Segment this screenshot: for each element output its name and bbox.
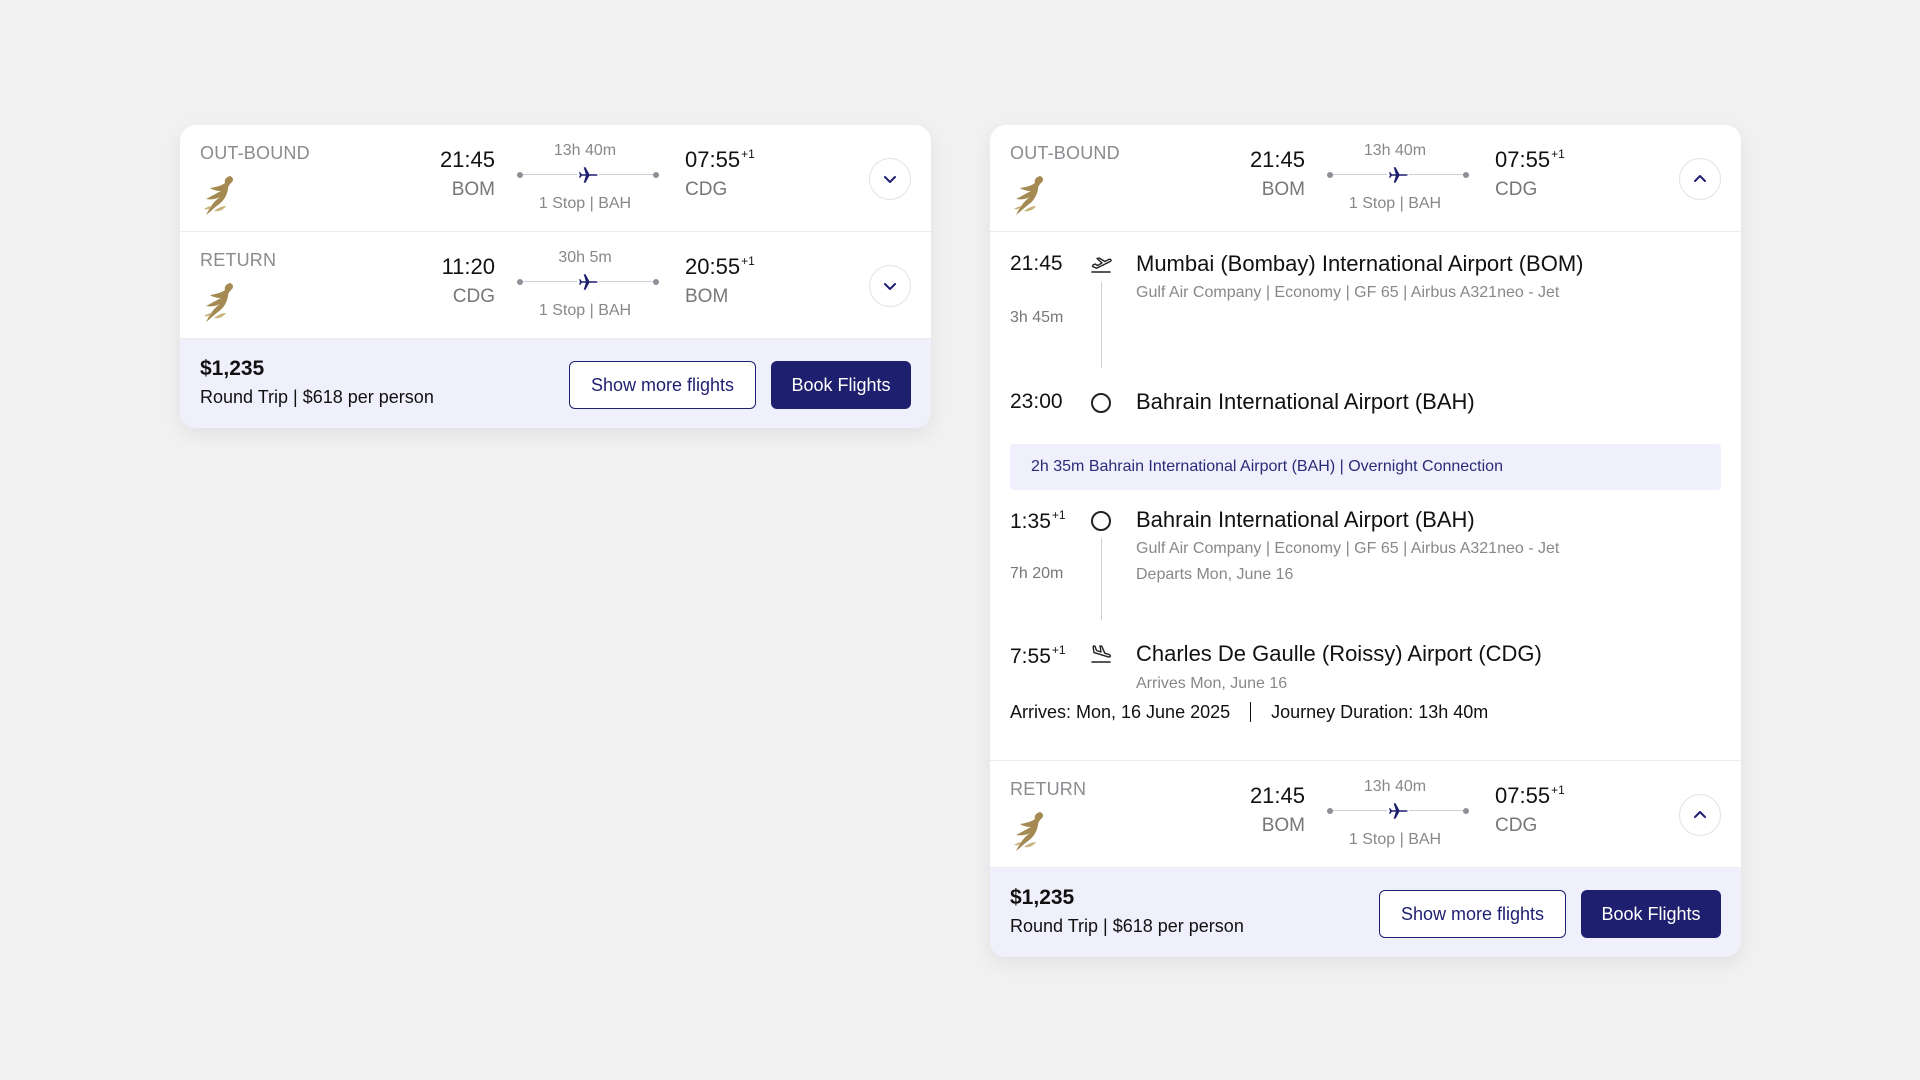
total-price: $1,235 (200, 357, 265, 380)
departure-code: CDG (452, 286, 495, 307)
journey-duration: Journey Duration: 13h 40m (1271, 702, 1489, 722)
outbound-detail: 21:45 Mumbai (Bombay) International Airp… (990, 232, 1741, 761)
arrival-summary: Arrives: Mon, 16 June 2025 (1010, 702, 1231, 722)
plane-icon (577, 271, 599, 293)
segment-arrival-time: 7:55+1 (1010, 643, 1066, 668)
segment-duration: 3h 45m (1010, 309, 1064, 326)
chevron-up-icon (1694, 811, 1706, 818)
departure-code: BOM (451, 179, 495, 200)
departure-code: BOM (1261, 179, 1305, 200)
departs-date: Departs Mon, June 16 (1136, 566, 1294, 583)
airline-logo-icon (1010, 175, 1048, 217)
departure-time: 21:45 (1249, 147, 1305, 172)
arrival-airport: Bahrain International Airport (BAH) (1136, 389, 1475, 414)
layover-banner: 2h 35m Bahrain International Airport (BA… (1010, 444, 1721, 490)
itinerary-card-expanded: OUT-BOUND 21:45 BOM 13h 40m 1 Stop | BAH… (990, 125, 1741, 957)
arrives-date: Arrives Mon, June 16 (1136, 675, 1288, 692)
stop-circle-icon (1091, 393, 1111, 413)
arrival-time: 07:55+1 (1495, 783, 1565, 808)
chevron-down-icon (884, 176, 896, 183)
outbound-leg[interactable]: OUT-BOUND 21:45 BOM 13h 40m 1 Stop | BAH… (990, 125, 1741, 232)
stops-info: 1 Stop | BAH (538, 195, 632, 212)
card-footer: $1,235 Round Trip | $618 per person Show… (180, 339, 931, 428)
flight-duration: 30h 5m (558, 249, 612, 266)
segment-duration: 7h 20m (1010, 565, 1064, 582)
collapse-toggle-button[interactable] (1679, 158, 1721, 200)
plane-icon (577, 164, 599, 186)
itinerary-card-compact: OUT-BOUND 21:45 BOM 13h 40m 1 Stop | BAH… (180, 125, 931, 428)
stop-circle-icon (1091, 511, 1111, 531)
route-line (517, 271, 659, 293)
arrival-code: CDG (1495, 179, 1538, 200)
plane-icon (1387, 164, 1409, 186)
departure-code: BOM (1261, 815, 1305, 836)
leg-label: OUT-BOUND (1010, 143, 1120, 163)
airline-logo-icon (200, 282, 238, 324)
book-flights-button[interactable]: Book Flights (1581, 890, 1721, 938)
arrival-code: BOM (685, 286, 729, 307)
chevron-down-icon (884, 283, 896, 290)
stops-info: 1 Stop | BAH (1348, 195, 1442, 212)
return-leg[interactable]: RETURN 21:45 BOM 13h 40m 1 Stop | BAH 07… (990, 761, 1741, 868)
show-more-flights-button[interactable]: Show more flights (569, 361, 756, 409)
departure-time: 21:45 (1249, 783, 1305, 808)
segment-arrival-time: 23:00 (1010, 390, 1063, 413)
segment-departure-time: 1:35+1 (1010, 508, 1066, 533)
landing-icon (1091, 645, 1112, 663)
leg-label: RETURN (1010, 779, 1087, 799)
departure-time: 11:20 (441, 254, 495, 279)
plane-icon (1387, 800, 1409, 822)
total-price: $1,235 (1010, 886, 1075, 909)
card-footer: $1,235 Round Trip | $618 per person Show… (990, 868, 1741, 957)
price-detail: Round Trip | $618 per person (1010, 916, 1244, 936)
flight-duration: 13h 40m (1363, 778, 1427, 795)
airline-logo-icon (1010, 811, 1048, 853)
airline-logo-icon (200, 175, 238, 217)
arrival-airport: Charles De Gaulle (Roissy) Airport (CDG) (1136, 641, 1542, 666)
departure-time: 21:45 (439, 147, 495, 172)
flight-info: Gulf Air Company | Economy | GF 65 | Air… (1136, 284, 1560, 301)
route-line (517, 164, 659, 186)
show-more-flights-button[interactable]: Show more flights (1379, 890, 1566, 938)
leg-label: OUT-BOUND (200, 143, 310, 163)
flight-info: Gulf Air Company | Economy | GF 65 | Air… (1136, 540, 1560, 557)
route-line (1327, 164, 1469, 186)
timeline-line (1101, 282, 1102, 368)
stops-info: 1 Stop | BAH (538, 302, 632, 319)
price-detail: Round Trip | $618 per person (200, 387, 434, 407)
arrival-time: 07:55+1 (685, 147, 755, 172)
outbound-leg[interactable]: OUT-BOUND 21:45 BOM 13h 40m 1 Stop | BAH… (180, 125, 931, 232)
divider (1250, 702, 1252, 722)
segment-departure-time: 21:45 (1010, 252, 1063, 275)
route-line (1327, 800, 1469, 822)
book-flights-button[interactable]: Book Flights (771, 361, 911, 409)
arrival-time: 07:55+1 (1495, 147, 1565, 172)
expand-toggle-button[interactable] (869, 265, 911, 307)
flight-duration: 13h 40m (1363, 142, 1427, 159)
expand-toggle-button[interactable] (869, 158, 911, 200)
journey-summary: Arrives: Mon, 16 June 2025 Journey Durati… (1010, 702, 1488, 723)
stops-info: 1 Stop | BAH (1348, 831, 1442, 848)
return-leg[interactable]: RETURN 11:20 CDG 30h 5m 1 Stop | BAH 20:… (180, 232, 931, 339)
takeoff-icon (1091, 257, 1112, 273)
arrival-time: 20:55+1 (685, 254, 755, 279)
leg-label: RETURN (200, 250, 277, 270)
departure-airport: Mumbai (Bombay) International Airport (B… (1136, 251, 1584, 276)
arrival-code: CDG (685, 179, 728, 200)
flight-duration: 13h 40m (553, 142, 617, 159)
timeline-line (1101, 538, 1102, 620)
departure-airport: Bahrain International Airport (BAH) (1136, 507, 1475, 532)
collapse-toggle-button[interactable] (1679, 794, 1721, 836)
arrival-code: CDG (1495, 815, 1538, 836)
chevron-up-icon (1694, 175, 1706, 182)
